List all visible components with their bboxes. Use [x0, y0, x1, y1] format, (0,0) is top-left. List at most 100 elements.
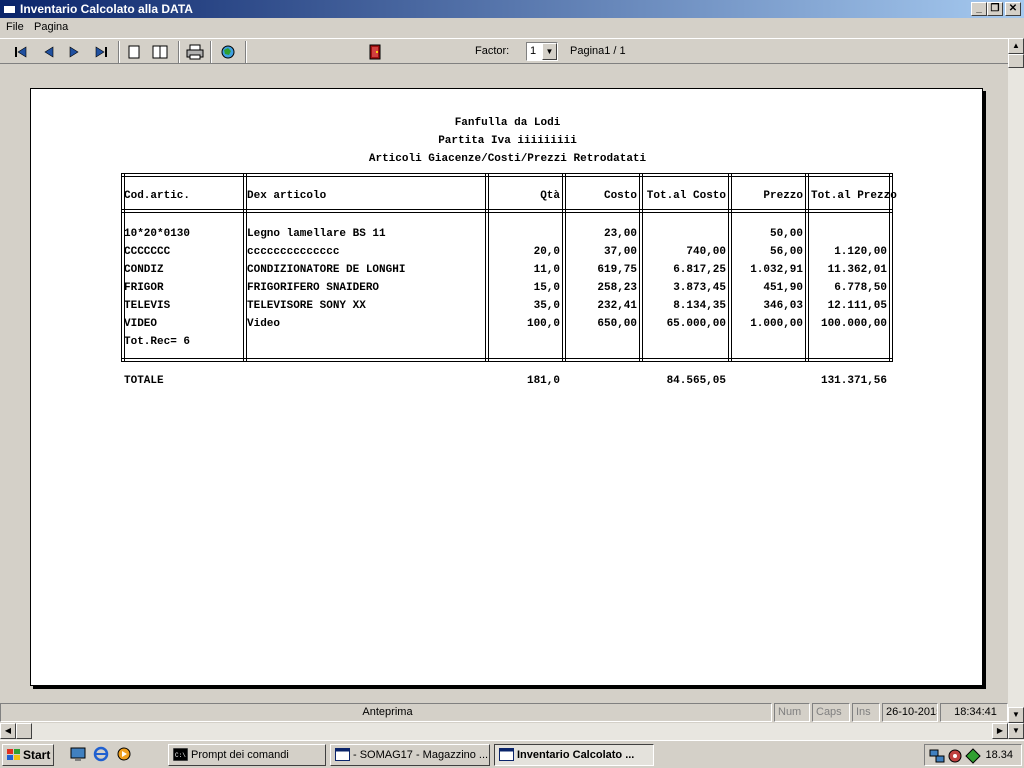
media-player-icon[interactable] — [116, 746, 132, 762]
page-indicator: Pagina1 / 1 — [570, 45, 626, 57]
status-bar: Anteprima Num Caps Ins 26-10-2015 18:34:… — [0, 701, 1008, 723]
safely-remove-hardware-icon[interactable] — [965, 748, 981, 764]
cell-total-price: 11.362,01 — [827, 264, 887, 276]
column-rule — [805, 173, 809, 362]
col-header-cost: Costo — [603, 190, 637, 202]
cell-total-price: 1.120,00 — [834, 246, 887, 258]
task-command-prompt[interactable]: C:\ Prompt dei comandi — [168, 744, 326, 766]
cell-code: TELEVIS — [124, 300, 171, 312]
column-rule — [639, 173, 643, 362]
exit-button[interactable] — [364, 42, 386, 62]
previous-page-button[interactable] — [38, 42, 60, 62]
horizontal-scroll-thumb[interactable] — [16, 723, 32, 739]
cell-cost: 23,00 — [603, 228, 637, 240]
cell-qty: 35,0 — [533, 300, 560, 312]
last-page-button[interactable] — [90, 42, 112, 62]
scroll-down-icon[interactable]: ▼ — [1008, 707, 1024, 723]
cell-cost: 650,00 — [597, 318, 637, 330]
last-page-icon — [95, 46, 107, 58]
export-button[interactable] — [217, 42, 239, 62]
task-inventario[interactable]: Inventario Calcolato ... — [494, 744, 654, 766]
internet-explorer-icon[interactable] — [93, 746, 109, 762]
first-page-button[interactable] — [10, 42, 32, 62]
restore-button[interactable]: ❐ — [987, 2, 1003, 16]
cell-description: Legno lamellare BS 11 — [247, 228, 386, 240]
cell-description: cccccccccccccc — [247, 246, 340, 258]
windows-logo-icon — [7, 749, 20, 760]
next-page-button[interactable] — [63, 42, 85, 62]
col-header-qty: Qtà — [540, 190, 560, 202]
vertical-scrollbar[interactable]: ▲ ▼ — [1008, 38, 1024, 723]
vertical-scroll-thumb[interactable] — [1008, 54, 1024, 68]
cell-total-price: 12.111,05 — [827, 300, 887, 312]
toolbar: Factor: 1 ▼ Pagina1 / 1 — [0, 38, 1008, 64]
menu-pagina[interactable]: Pagina — [34, 21, 68, 33]
scroll-right-icon[interactable]: ▶ — [992, 723, 1008, 739]
single-page-icon — [128, 45, 140, 59]
cell-total-price: 6.778,50 — [834, 282, 887, 294]
task-label: - SOMAG17 - Magazzino ... — [353, 749, 489, 761]
factor-select[interactable]: 1 ▼ — [526, 42, 558, 61]
title-bar: Inventario Calcolato alla DATA _ ❐ ✕ — [0, 0, 1024, 18]
menu-bar: File Pagina — [0, 18, 1024, 38]
close-button[interactable]: ✕ — [1005, 2, 1021, 16]
column-rule — [562, 173, 566, 362]
cell-qty: 100,0 — [526, 318, 560, 330]
column-rule — [485, 173, 489, 362]
globe-export-icon — [221, 45, 235, 59]
cell-cost: 37,00 — [603, 246, 637, 258]
status-time: 18:34:41 — [940, 703, 1008, 722]
print-button[interactable] — [184, 42, 206, 62]
window-icon[interactable] — [3, 3, 16, 14]
scroll-left-icon[interactable]: ◀ — [0, 723, 16, 739]
chevron-down-icon[interactable]: ▼ — [542, 43, 557, 60]
toolbar-separator — [245, 41, 247, 63]
single-page-button[interactable] — [123, 42, 145, 62]
cell-price: 451,90 — [763, 282, 803, 294]
cell-price: 1.032,91 — [750, 264, 803, 276]
start-label: Start — [23, 748, 51, 762]
status-date: 26-10-2015 — [882, 703, 938, 722]
scroll-up-icon[interactable]: ▲ — [1008, 38, 1024, 54]
cell-price: 1.000,00 — [750, 318, 803, 330]
cell-description: FRIGORIFERO SNAIDERO — [247, 282, 380, 294]
header-rule — [121, 209, 893, 213]
cell-code: FRIGOR — [124, 282, 164, 294]
horizontal-scrollbar[interactable]: ◀ ▶ ▼ — [0, 723, 1024, 740]
cell-cost: 232,41 — [597, 300, 637, 312]
printer-icon — [186, 44, 204, 60]
two-pages-button[interactable] — [149, 42, 171, 62]
minimize-button[interactable]: _ — [971, 2, 987, 16]
cell-code: 10*20*0130 — [124, 228, 191, 240]
table-bottom-rule — [121, 358, 893, 362]
totals-label: TOTALE — [124, 375, 164, 387]
cell-description: Video — [247, 318, 281, 330]
status-caps: Caps — [812, 703, 850, 722]
task-somag17[interactable]: - SOMAG17 - Magazzino ... — [330, 744, 490, 766]
cell-price: 56,00 — [769, 246, 803, 258]
start-button[interactable]: Start — [2, 744, 54, 766]
cell-total-cost: 65.000,00 — [666, 318, 726, 330]
record-count: Tot.Rec= 6 — [124, 336, 191, 348]
cell-qty: 20,0 — [533, 246, 560, 258]
cell-total-cost: 8.134,35 — [673, 300, 726, 312]
col-header-description: Dex articolo — [247, 190, 327, 202]
col-header-total-cost: Tot.al Costo — [646, 190, 726, 202]
previous-page-icon — [44, 46, 54, 58]
show-desktop-icon[interactable] — [70, 746, 86, 762]
vat-number: Partita Iva iiiiiiiii — [438, 135, 577, 147]
task-label: Prompt dei comandi — [191, 749, 289, 761]
taskbar-clock: 18.34 — [985, 749, 1013, 761]
network-icon[interactable] — [929, 748, 945, 764]
toolbar-separator — [178, 41, 180, 63]
menu-file[interactable]: File — [6, 21, 24, 33]
table-top-rule — [121, 173, 893, 177]
taskbar: Start C:\ Prompt dei comandi - SOMAG17 -… — [0, 740, 1024, 768]
scroll-down-icon[interactable]: ▼ — [1008, 723, 1024, 739]
preview-area[interactable]: Fanfulla da Lodi Partita Iva iiiiiiiii A… — [0, 65, 1008, 701]
cell-total-price: 100.000,00 — [820, 318, 887, 330]
window-title: Inventario Calcolato alla DATA — [20, 2, 193, 16]
security-icon[interactable] — [947, 748, 963, 764]
cell-qty: 15,0 — [533, 282, 560, 294]
toolbar-separator — [210, 41, 212, 63]
